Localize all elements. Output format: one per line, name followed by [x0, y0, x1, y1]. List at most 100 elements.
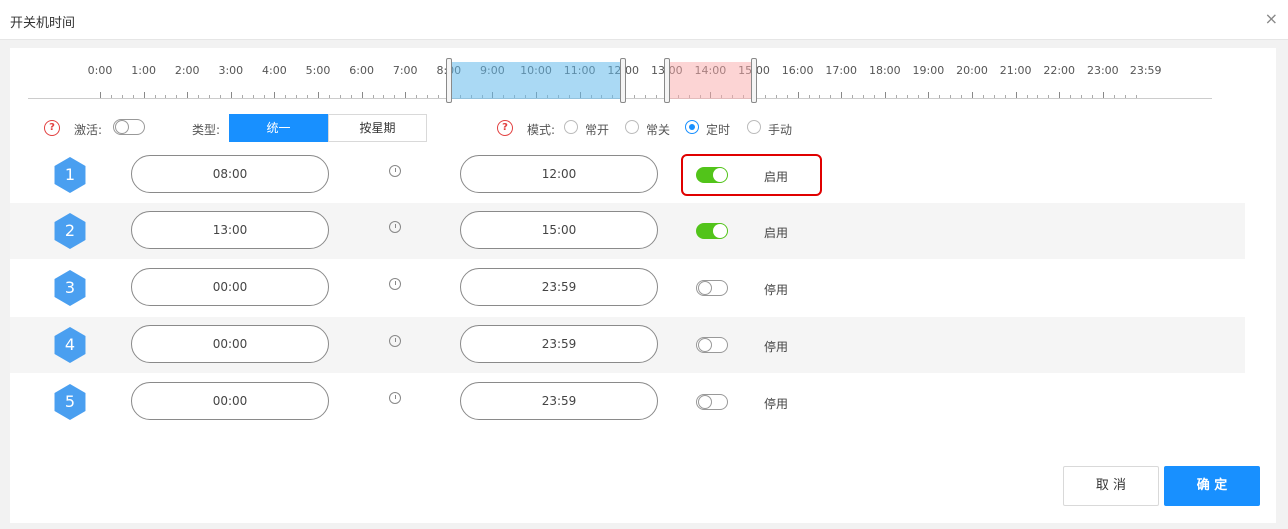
mode-radio-always-on[interactable]: [564, 120, 578, 134]
close-icon[interactable]: ×: [1265, 9, 1278, 28]
timeline-hour-label: 2:00: [174, 64, 200, 77]
row-index-badge: 1: [54, 157, 86, 193]
start-time-input[interactable]: 00:00: [131, 268, 329, 306]
timeline-minor-tick: [852, 95, 854, 98]
start-time-input[interactable]: 08:00: [131, 155, 329, 193]
end-time-input[interactable]: 15:00: [460, 211, 658, 249]
timeline-minor-tick: [339, 95, 341, 98]
toggle-knob: [713, 224, 727, 238]
timeline-minor-tick: [372, 95, 374, 98]
clock-icon: [389, 278, 401, 290]
range-start-handle[interactable]: [663, 58, 670, 103]
end-time-input[interactable]: 23:59: [460, 325, 658, 363]
timeline-major-tick: [100, 92, 101, 98]
timeline-hour-label: 22:00: [1043, 64, 1076, 77]
timeline-hour-label: 0:00: [87, 64, 113, 77]
timeline-minor-tick: [764, 95, 766, 98]
mode-label-always-off: 常关: [646, 123, 671, 137]
timeline-major-tick: [318, 92, 319, 98]
dialog-title: 开关机时间: [10, 16, 76, 31]
timeline-hour-label: 3:00: [218, 64, 244, 77]
range-start-handle[interactable]: [445, 58, 452, 103]
schedule-row-2: 2 13:00 15:00 启用: [10, 203, 1245, 259]
row-index-badge: 5: [54, 384, 86, 420]
timeline-minor-tick: [950, 95, 952, 98]
timeline-minor-tick: [1037, 95, 1039, 98]
start-time-input[interactable]: 13:00: [131, 211, 329, 249]
range-end-handle[interactable]: [620, 58, 627, 103]
timeline-minor-tick: [263, 95, 265, 98]
ok-button[interactable]: 确 定: [1164, 466, 1260, 506]
start-time-input[interactable]: 00:00: [131, 382, 329, 420]
end-time-input[interactable]: 12:00: [460, 155, 658, 193]
timeline-range-1[interactable]: [448, 62, 624, 99]
timeline-minor-tick: [219, 95, 221, 98]
timeline-minor-tick: [1135, 95, 1137, 98]
enable-toggle[interactable]: [696, 280, 728, 296]
power-schedule-dialog: 开关机时间 × 0:00 1:00 2:00 3:00 4:00 5:00 6:00 7:00…: [0, 0, 1288, 529]
timeline-minor-tick: [154, 95, 156, 98]
status-text: 停用: [764, 397, 789, 411]
timeline-minor-tick: [1091, 95, 1093, 98]
timeline-range-2[interactable]: [666, 62, 754, 99]
schedule-row-5: 5 00:00 23:59 停用: [10, 374, 1245, 430]
timeline-minor-tick: [121, 95, 123, 98]
toggle-knob: [115, 120, 129, 134]
timeline-hour-label: 7:00: [392, 64, 418, 77]
activate-toggle[interactable]: [113, 119, 145, 135]
end-time-input[interactable]: 23:59: [460, 268, 658, 306]
schedule-row-4: 4 00:00 23:59 停用: [10, 317, 1245, 373]
schedule-row-3: 3 00:00 23:59 停用: [10, 260, 1245, 316]
controls-row: ? 激活: 类型: 统一 按星期 ? 模式: 常开 常关 定时 手动: [10, 114, 1276, 142]
end-time-input[interactable]: 23:59: [460, 382, 658, 420]
timeline[interactable]: 0:001:002:003:004:005:006:007:008:009:00…: [10, 48, 1276, 108]
type-label: 类型:: [192, 123, 221, 137]
activate-help-icon[interactable]: ?: [44, 120, 60, 136]
timeline-hour-label: 23:00: [1086, 64, 1119, 77]
mode-radio-always-off[interactable]: [625, 120, 639, 134]
type-option-weekly[interactable]: 按星期: [328, 114, 427, 142]
timeline-major-tick: [361, 92, 363, 98]
timeline-minor-tick: [176, 95, 178, 98]
mode-radio-manual[interactable]: [747, 120, 761, 134]
enable-toggle[interactable]: [696, 337, 728, 353]
timeline-major-tick: [405, 92, 407, 98]
timeline-hour-label: 19:00: [912, 64, 945, 77]
timeline-minor-tick: [819, 95, 821, 98]
timeline-minor-tick: [383, 95, 385, 98]
timeline-minor-tick: [1124, 95, 1126, 98]
timeline-major-tick: [928, 92, 930, 98]
status-text: 停用: [764, 283, 789, 297]
mode-radio-timed[interactable]: [685, 120, 699, 134]
timeline-minor-tick: [252, 95, 254, 98]
enable-toggle[interactable]: [696, 223, 728, 239]
timeline-hour-label: 17:00: [825, 64, 858, 77]
timeline-minor-tick: [655, 95, 657, 98]
timeline-hour-label: 20:00: [956, 64, 988, 77]
timeline-major-tick: [274, 92, 276, 98]
range-end-handle[interactable]: [751, 58, 757, 103]
cancel-button[interactable]: 取 消: [1063, 466, 1159, 506]
type-option-unified[interactable]: 统一: [229, 114, 328, 142]
start-time-input[interactable]: 00:00: [131, 325, 329, 363]
timeline-major-tick: [1059, 92, 1061, 98]
dialog-header: 开关机时间 ×: [0, 0, 1288, 40]
mode-help-icon[interactable]: ?: [497, 120, 513, 136]
timeline-minor-tick: [917, 95, 919, 98]
status-text: 启用: [764, 226, 789, 240]
mode-label-always-on: 常开: [585, 123, 610, 137]
highlight-box: [681, 154, 822, 196]
clock-icon: [389, 165, 401, 177]
timeline-major-tick: [841, 92, 843, 98]
timeline-minor-tick: [1048, 95, 1050, 98]
timeline-minor-tick: [873, 95, 875, 98]
timeline-minor-tick: [437, 95, 439, 98]
clock-icon: [389, 221, 401, 233]
enable-toggle[interactable]: [696, 394, 728, 410]
timeline-major-tick: [972, 92, 973, 98]
clock-icon: [389, 335, 401, 347]
timeline-minor-tick: [296, 95, 298, 98]
timeline-minor-tick: [961, 95, 963, 98]
timeline-minor-tick: [350, 95, 352, 98]
mode-label: 模式:: [527, 123, 556, 137]
